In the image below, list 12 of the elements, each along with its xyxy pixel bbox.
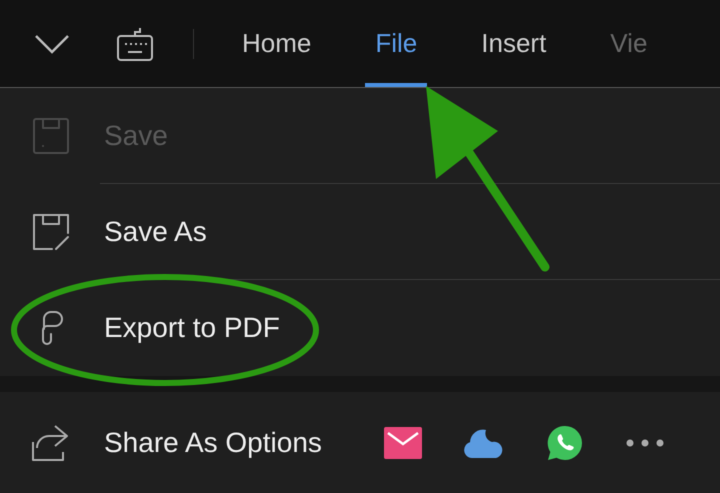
share-label: Share As Options bbox=[104, 426, 322, 460]
share-arrow-icon bbox=[31, 424, 71, 462]
menu-item[interactable]: Save As bbox=[0, 184, 720, 280]
cloud-icon[interactable] bbox=[464, 428, 504, 458]
toolbar-tab[interactable]: Insert bbox=[449, 0, 578, 87]
chat-phone-icon[interactable] bbox=[546, 424, 584, 462]
toolbar-tab[interactable]: File bbox=[343, 0, 450, 87]
mail-icon[interactable] bbox=[384, 426, 422, 458]
toolbar-tab[interactable]: Home bbox=[210, 0, 344, 87]
more-icon[interactable] bbox=[626, 438, 664, 446]
menu-item[interactable]: Export to PDF bbox=[0, 280, 720, 376]
floppy-pen-icon bbox=[32, 213, 70, 251]
